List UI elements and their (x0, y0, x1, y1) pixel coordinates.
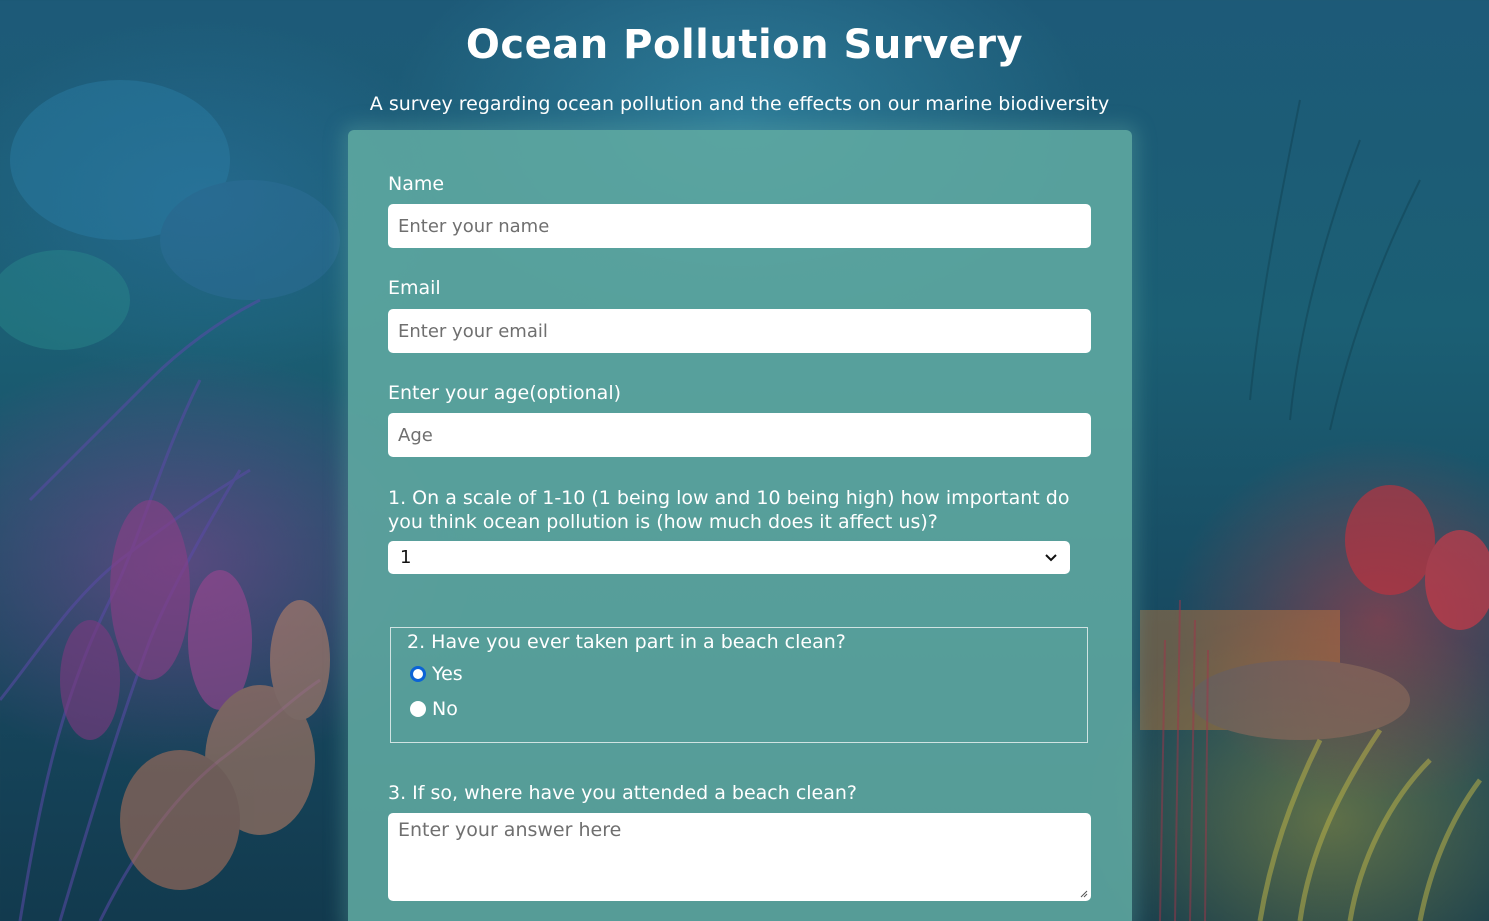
q3-textarea[interactable]: Enter your answer here (388, 813, 1091, 901)
resize-grip-icon[interactable] (1078, 888, 1088, 898)
q2-legend: 2. Have you ever taken part in a beach c… (407, 631, 846, 653)
q1-selected-value: 1 (400, 547, 412, 568)
survey-form: Name Enter your name Email Enter your em… (348, 130, 1132, 921)
age-placeholder: Age (398, 424, 433, 446)
radio-no[interactable] (410, 701, 426, 717)
page-title: Ocean Pollution Survery (465, 22, 1024, 68)
name-label: Name (388, 173, 445, 195)
q2-option-yes[interactable]: Yes (410, 663, 463, 685)
q3-placeholder: Enter your answer here (398, 819, 622, 841)
q3-label: 3. If so, where have you attended a beac… (388, 782, 858, 804)
q2-option-no-label: No (432, 698, 458, 720)
q1-label: 1. On a scale of 1-10 (1 being low and 1… (388, 487, 1070, 533)
email-label: Email (388, 277, 441, 299)
radio-yes[interactable] (410, 666, 426, 682)
age-label: Enter your age(optional) (388, 382, 622, 404)
name-input[interactable]: Enter your name (388, 204, 1091, 248)
age-input[interactable]: Age (388, 413, 1091, 457)
email-input[interactable]: Enter your email (388, 309, 1091, 353)
chevron-down-icon (1044, 551, 1058, 565)
q1-select[interactable]: 1 (388, 541, 1070, 574)
name-placeholder: Enter your name (398, 215, 550, 237)
email-placeholder: Enter your email (398, 320, 548, 342)
q2-option-no[interactable]: No (410, 698, 458, 720)
page-subtitle: A survey regarding ocean pollution and t… (369, 93, 1110, 115)
q2-option-yes-label: Yes (432, 663, 463, 685)
